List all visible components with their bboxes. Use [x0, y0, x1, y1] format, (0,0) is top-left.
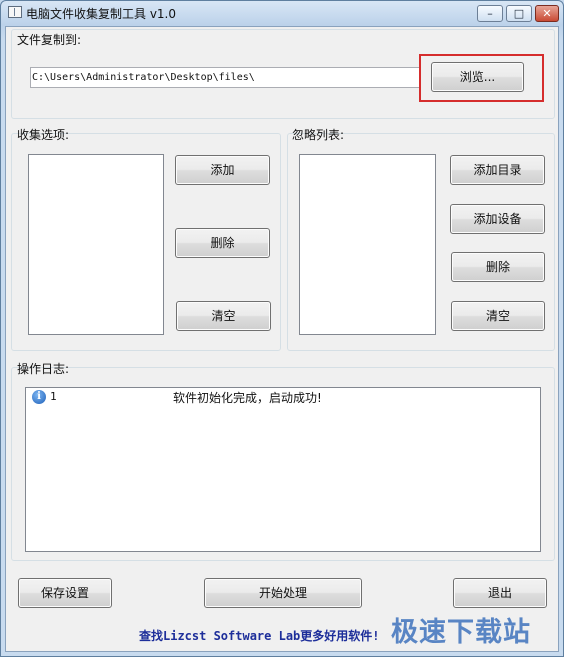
ignore-list-label: 忽略列表: — [292, 128, 345, 142]
watermark: 极速下载站 — [391, 617, 531, 648]
destination-path-field[interactable]: C:\Users\Administrator\Desktop\files\ — [30, 67, 420, 88]
app-window: 电脑文件收集复制工具 v1.0 – □ ✕ 文件复制到: C:\Users\Ad… — [0, 0, 564, 657]
maximize-button[interactable]: □ — [506, 5, 532, 22]
window-title: 电脑文件收集复制工具 v1.0 — [26, 7, 177, 21]
start-processing-button[interactable]: 开始处理 — [204, 578, 362, 608]
minimize-button[interactable]: – — [477, 5, 503, 22]
app-book-icon — [8, 6, 22, 18]
destination-label: 文件复制到: — [17, 33, 82, 47]
browse-highlight-box — [419, 54, 544, 102]
title-bar[interactable]: 电脑文件收集复制工具 v1.0 – □ ✕ — [1, 1, 563, 25]
ignore-list[interactable] — [299, 154, 436, 335]
ignore-delete-button[interactable]: 删除 — [451, 252, 545, 282]
collect-delete-button[interactable]: 删除 — [175, 228, 270, 258]
exit-button[interactable]: 退出 — [453, 578, 547, 608]
collect-add-button[interactable]: 添加 — [175, 155, 270, 185]
collect-options-list[interactable] — [28, 154, 164, 335]
info-icon: i — [32, 390, 46, 404]
log-entry[interactable]: i 1 软件初始化完成，启动成功! — [26, 389, 540, 406]
ignore-add-device-button[interactable]: 添加设备 — [450, 204, 545, 234]
log-label: 操作日志: — [17, 362, 70, 376]
log-entry-message: 软件初始化完成，启动成功! — [173, 391, 322, 405]
footer-link[interactable]: 查找Lizcst Software Lab更多好用软件! — [139, 627, 380, 644]
ignore-add-directory-button[interactable]: 添加目录 — [450, 155, 545, 185]
log-entry-index: 1 — [50, 390, 57, 403]
close-button[interactable]: ✕ — [535, 5, 559, 22]
main-panel: 文件复制到: C:\Users\Administrator\Desktop\fi… — [5, 26, 559, 652]
ignore-clear-button[interactable]: 清空 — [451, 301, 545, 331]
save-settings-button[interactable]: 保存设置 — [18, 578, 112, 608]
collect-options-label: 收集选项: — [17, 128, 70, 142]
collect-clear-button[interactable]: 清空 — [176, 301, 271, 331]
log-list[interactable]: i 1 软件初始化完成，启动成功! — [25, 387, 541, 552]
